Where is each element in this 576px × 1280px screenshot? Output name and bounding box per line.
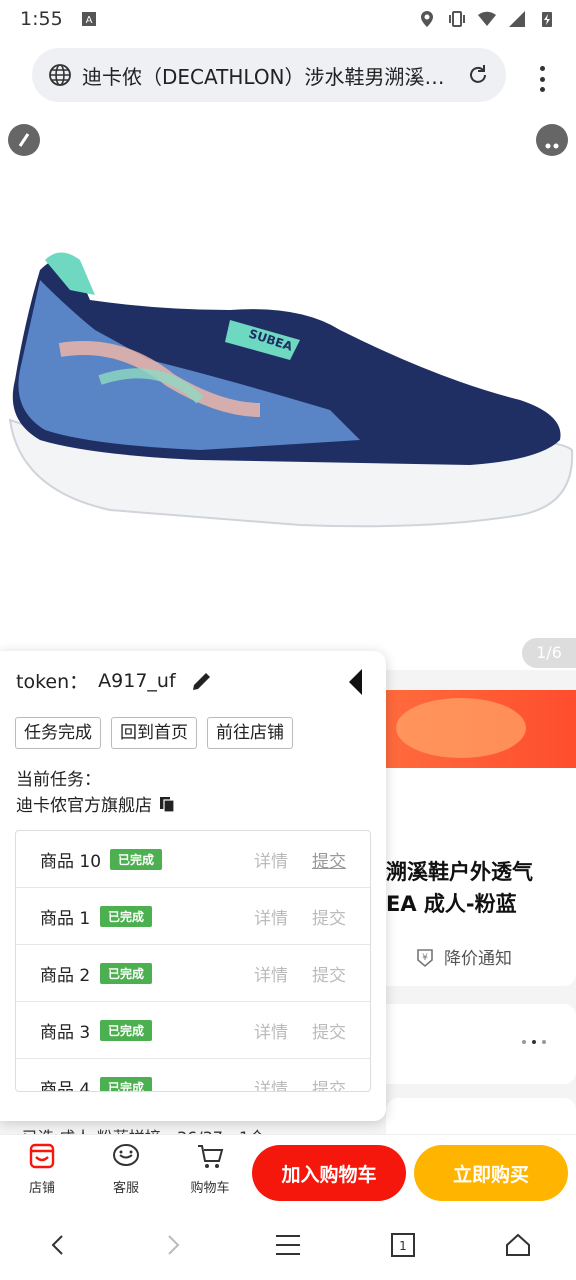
reload-icon[interactable] xyxy=(466,63,490,87)
more-options-icon xyxy=(522,1040,546,1044)
buy-now-button[interactable]: 立即购买 xyxy=(414,1145,568,1201)
status-badge: 已完成 xyxy=(100,963,153,984)
task-list: 商品 10 已完成 详情 提交 商品 1 已完成 详情 提交 商品 2 已完成 … xyxy=(15,830,371,1092)
address-bar[interactable]: 迪卡侬（DECATHLON）涉水鞋男溯溪鞋户外透气SUBEA 成人-粉蓝 xyxy=(32,48,506,102)
nav-home-button[interactable] xyxy=(498,1225,538,1265)
page-title: 迪卡侬（DECATHLON）涉水鞋男溯溪鞋户外透气SUBEA 成人-粉蓝 xyxy=(82,64,456,89)
collapse-panel-icon[interactable] xyxy=(346,667,366,697)
promo-banner[interactable] xyxy=(386,690,576,768)
browser-nav-bar: 1 xyxy=(0,1210,576,1280)
font-icon: A xyxy=(81,12,96,26)
globe-icon xyxy=(49,64,71,86)
token-value: A917_uf xyxy=(98,669,176,692)
nav-forward-button[interactable] xyxy=(153,1225,193,1265)
status-badge: 已完成 xyxy=(100,1077,153,1091)
detail-link[interactable]: 详情 xyxy=(254,904,288,929)
hamburger-icon xyxy=(275,1235,300,1255)
add-to-cart-button[interactable]: 加入购物车 xyxy=(252,1145,406,1201)
task-row: 商品 3 已完成 详情 提交 xyxy=(16,1002,370,1059)
home-icon xyxy=(506,1233,531,1256)
vibrate-icon xyxy=(449,11,465,27)
product-image: SUBEA xyxy=(8,252,574,528)
battery-icon xyxy=(542,12,552,27)
submit-link[interactable]: 提交 xyxy=(312,847,346,872)
status-badge: 已完成 xyxy=(100,906,153,927)
product-info-card: 溯溪鞋户外透气 EA 成人-粉蓝 ¥ 降价通知 xyxy=(386,768,576,986)
service-label: 客服 xyxy=(112,1181,139,1196)
customer-service-icon xyxy=(113,1144,139,1166)
goto-store-button[interactable]: 前往店铺 xyxy=(207,717,293,749)
detail-link[interactable]: 详情 xyxy=(254,1018,288,1043)
options-card[interactable] xyxy=(386,1004,576,1084)
task-name: 商品 3 xyxy=(40,1022,91,1043)
store-label: 店铺 xyxy=(28,1181,55,1196)
task-row: 商品 4 已完成 详情 提交 xyxy=(16,1059,370,1092)
cart-icon xyxy=(198,1145,224,1168)
product-title-line1: 溯溪鞋户外透气 xyxy=(386,860,533,884)
tabs-icon: 1 xyxy=(391,1233,416,1257)
submit-link[interactable]: 提交 xyxy=(312,1018,346,1043)
nav-back-button[interactable] xyxy=(38,1225,78,1265)
gallery-pager: 1/6 xyxy=(522,638,576,668)
submit-link[interactable]: 提交 xyxy=(312,1075,346,1092)
task-row: 商品 10 已完成 详情 提交 xyxy=(16,831,370,888)
token-row: token： A917_uf xyxy=(16,667,214,694)
store-tab[interactable]: 店铺 xyxy=(12,1141,72,1196)
service-tab[interactable]: 客服 xyxy=(96,1141,156,1196)
selected-spec-card[interactable] xyxy=(386,1098,576,1138)
status-time: 1:55 xyxy=(20,8,63,30)
location-icon xyxy=(421,11,433,27)
detail-link[interactable]: 详情 xyxy=(254,1075,288,1092)
token-label: token： xyxy=(16,671,89,693)
edit-pencil-icon[interactable] xyxy=(190,669,214,693)
current-store: 迪卡侬官方旗舰店 xyxy=(16,791,176,816)
submit-link[interactable]: 提交 xyxy=(312,961,346,986)
status-badge: 已完成 xyxy=(100,1020,153,1041)
signal-icon xyxy=(509,11,525,27)
page: 1:55 A 迪卡侬（DECATHLON）涉水鞋男溯溪鞋户外透气SUBEA 成人… xyxy=(0,0,576,1280)
product-title-line2: EA 成人-粉蓝 xyxy=(386,892,517,916)
task-name: 商品 4 xyxy=(40,1079,91,1092)
cart-label: 购物车 xyxy=(190,1181,230,1196)
price-notify-icon: ¥ xyxy=(417,948,433,967)
task-complete-button[interactable]: 任务完成 xyxy=(15,717,101,749)
detail-link[interactable]: 详情 xyxy=(254,961,288,986)
store-icon xyxy=(29,1143,55,1169)
current-task-label: 当前任务： xyxy=(16,770,101,790)
task-name: 商品 10 xyxy=(40,851,102,872)
price-notify-label: 降价通知 xyxy=(444,949,512,969)
svg-text:A: A xyxy=(85,15,92,26)
svg-text:¥: ¥ xyxy=(422,953,428,963)
task-name: 商品 2 xyxy=(40,965,91,986)
task-row: 商品 1 已完成 详情 提交 xyxy=(16,888,370,945)
nav-tabs-button[interactable]: 1 xyxy=(383,1225,423,1265)
browser-menu-button[interactable] xyxy=(540,66,546,92)
panel-buttons: 任务完成 回到首页 前往店铺 xyxy=(15,717,293,749)
product-title: 溯溪鞋户外透气 EA 成人-粉蓝 xyxy=(386,856,576,920)
detail-link[interactable]: 详情 xyxy=(254,847,288,872)
copy-icon[interactable] xyxy=(158,795,176,813)
browser-toolbar: 迪卡侬（DECATHLON）涉水鞋男溯溪鞋户外透气SUBEA 成人-粉蓝 xyxy=(0,38,576,110)
store-name: 迪卡侬官方旗舰店 xyxy=(16,796,152,816)
nav-menu-button[interactable] xyxy=(268,1225,308,1265)
chevron-left-icon xyxy=(51,1235,63,1255)
action-bar: 店铺 客服 购物车 加入购物车 立即购买 xyxy=(0,1134,576,1210)
price-drop-notify[interactable]: ¥ 降价通知 xyxy=(414,944,512,969)
task-row: 商品 2 已完成 详情 提交 xyxy=(16,945,370,1002)
status-badge: 已完成 xyxy=(110,849,163,870)
cart-tab[interactable]: 购物车 xyxy=(180,1141,240,1196)
submit-link[interactable]: 提交 xyxy=(312,904,346,929)
task-panel: token： A917_uf 任务完成 回到首页 前往店铺 当前任务： 迪卡侬官… xyxy=(0,651,386,1121)
wifi-icon xyxy=(478,11,496,26)
back-home-button[interactable]: 回到首页 xyxy=(111,717,197,749)
svg-text:1: 1 xyxy=(399,1239,407,1253)
chevron-right-icon xyxy=(168,1235,180,1255)
status-bar: 1:55 A xyxy=(0,0,576,38)
product-gallery[interactable]: SUBEA 1/6 xyxy=(0,110,576,670)
task-name: 商品 1 xyxy=(40,908,91,929)
